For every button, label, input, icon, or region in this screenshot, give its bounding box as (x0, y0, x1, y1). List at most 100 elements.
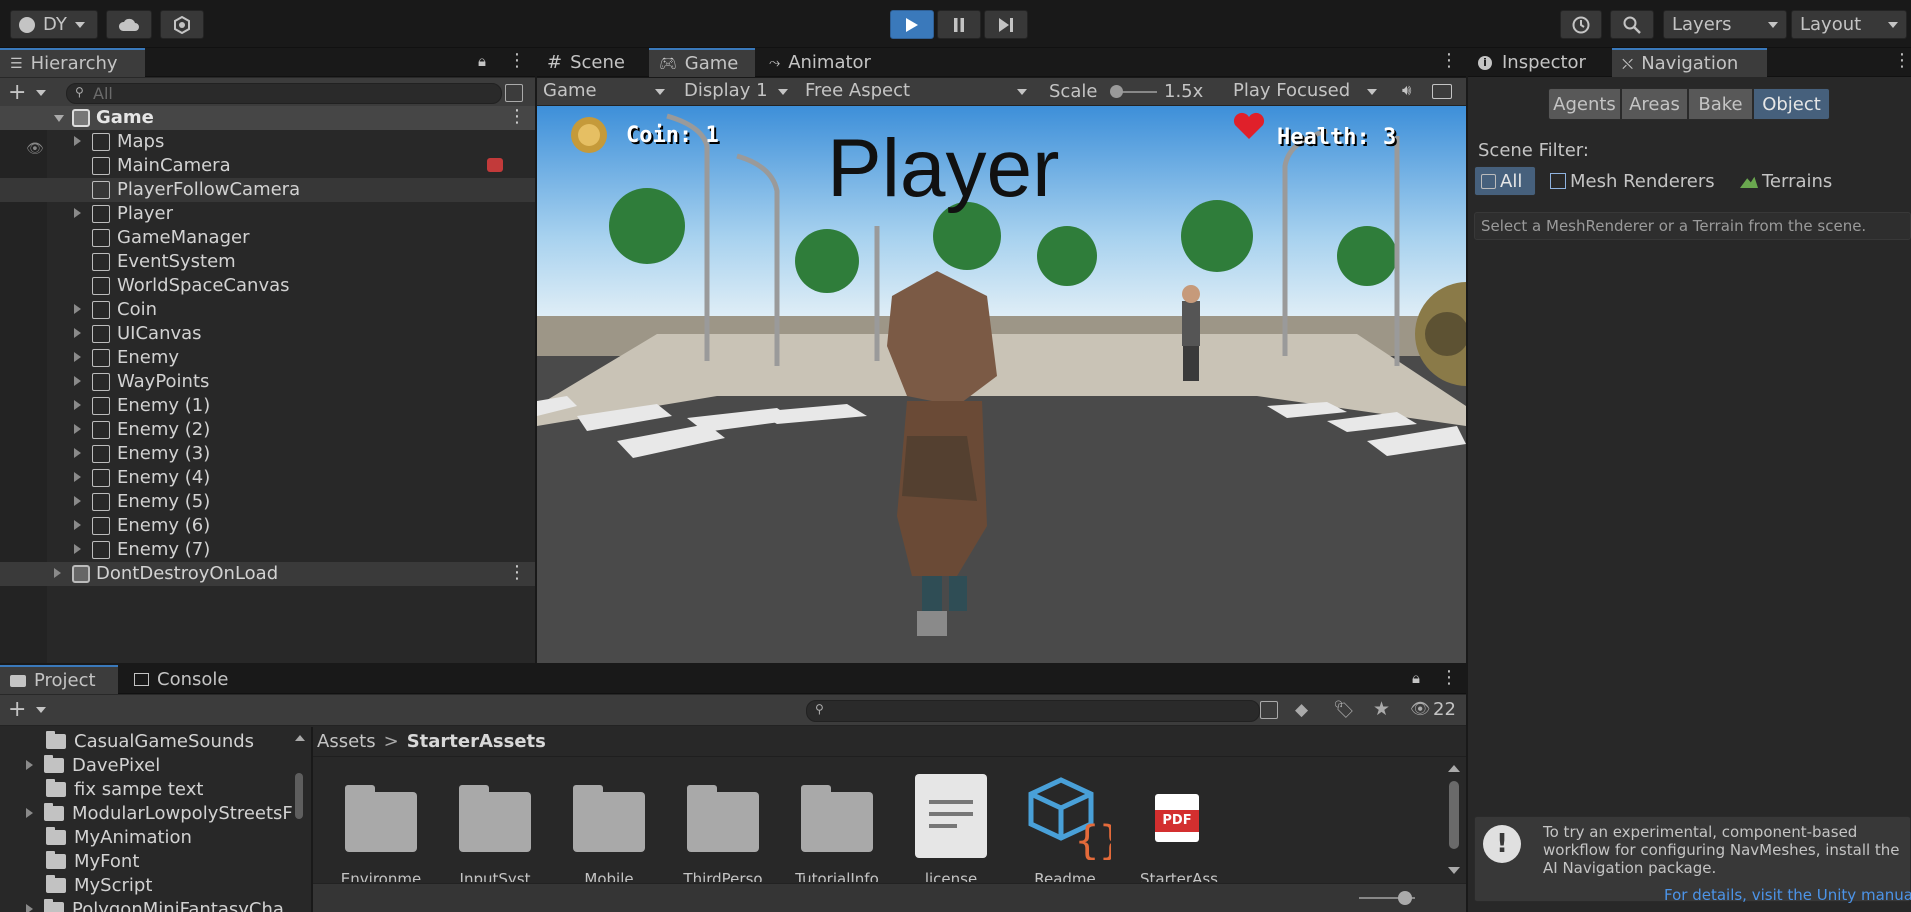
areas-button[interactable]: Areas (1621, 88, 1688, 120)
chevron-right-icon[interactable] (26, 808, 33, 818)
folder-tree-scrollbar[interactable] (294, 735, 305, 910)
display-dropdown[interactable]: Display 1 (678, 78, 796, 106)
tab-inspector[interactable]: i Inspector (1468, 48, 1608, 77)
favorite-icon[interactable]: ★ (1373, 698, 1390, 720)
asset-item[interactable]: PDF StarterAss (1129, 758, 1229, 882)
game-view-dropdown[interactable]: Game (537, 78, 673, 106)
more-menu-icon[interactable]: ⋮ (508, 106, 526, 127)
asset-item[interactable]: {} Readme (1015, 758, 1115, 882)
object-button[interactable]: Object (1753, 88, 1830, 120)
chevron-right-icon[interactable] (74, 520, 81, 530)
more-menu-icon[interactable]: ⋮ (508, 562, 526, 583)
collab-button[interactable] (160, 10, 204, 39)
breadcrumb-starterassets[interactable]: StarterAssets (407, 731, 546, 752)
project-folder-item[interactable]: PolygonMiniFantasyCha (26, 897, 284, 912)
hierarchy-item[interactable]: GameManager (0, 226, 535, 250)
project-folder-item[interactable]: CasualGameSounds (46, 729, 254, 753)
tab-game[interactable]: 🎮︎ Game (649, 48, 755, 77)
tab-hierarchy[interactable]: ☰ Hierarchy (0, 48, 145, 77)
hierarchy-item[interactable]: UICanvas (0, 322, 535, 346)
hierarchy-item[interactable]: Enemy (6) (0, 514, 535, 538)
chevron-right-icon[interactable] (74, 352, 81, 362)
hierarchy-item[interactable]: Enemy (4) (0, 466, 535, 490)
scale-slider-thumb[interactable] (1110, 85, 1123, 98)
hierarchy-item[interactable]: Enemy (3) (0, 442, 535, 466)
hierarchy-item[interactable]: WorldSpaceCanvas (0, 274, 535, 298)
asset-scrollbar[interactable] (1447, 765, 1461, 880)
hierarchy-item[interactable]: EventSystem (0, 250, 535, 274)
chevron-down-icon[interactable] (36, 90, 46, 96)
filter-mesh-renderers-button[interactable]: Mesh Renderers (1550, 166, 1720, 196)
chevron-right-icon[interactable] (54, 568, 61, 578)
project-folder-item[interactable]: MyFont (46, 849, 139, 873)
scroll-thumb[interactable] (1449, 781, 1459, 849)
hierarchy-item[interactable]: Maps (0, 130, 535, 154)
asset-item[interactable]: InputSyst (445, 758, 545, 882)
project-search-input[interactable]: ⚲ (806, 700, 1260, 722)
game-viewport[interactable]: Coin: 1 Health: 3 Player (537, 106, 1466, 663)
tab-animator[interactable]: ⤳ Animator (759, 48, 889, 77)
chevron-right-icon[interactable] (74, 304, 81, 314)
chevron-right-icon[interactable] (74, 472, 81, 482)
tab-console[interactable]: Console (124, 665, 242, 694)
hierarchy-item[interactable]: Enemy (1) (0, 394, 535, 418)
project-folder-item[interactable]: MyScript (46, 873, 152, 897)
hierarchy-item[interactable]: Player (0, 202, 535, 226)
label-icon[interactable]: 🏷︎ (1333, 700, 1355, 720)
asset-item[interactable]: ThirdPerso (673, 758, 773, 882)
chevron-right-icon[interactable] (74, 328, 81, 338)
more-menu-icon[interactable]: ⋮ (1440, 667, 1458, 688)
chevron-right-icon[interactable] (74, 208, 81, 218)
manual-link[interactable]: For details, visit the Unity manual (1664, 886, 1911, 904)
scene-search-icon[interactable] (505, 84, 523, 102)
asset-item[interactable]: Mobile (559, 758, 659, 882)
breadcrumb-assets[interactable]: Assets (317, 731, 376, 752)
search-button[interactable] (1610, 10, 1654, 39)
history-button[interactable] (1560, 10, 1602, 39)
asset-item[interactable]: TutorialInfo (787, 758, 887, 882)
chevron-right-icon[interactable] (74, 424, 81, 434)
hierarchy-item[interactable]: MainCamera (0, 154, 535, 178)
chevron-down-icon[interactable] (36, 707, 46, 713)
play-focused-dropdown[interactable]: Play Focused (1227, 78, 1385, 106)
more-menu-icon[interactable]: ⋮ (1893, 50, 1911, 71)
lock-icon[interactable]: 🔒︎ (478, 52, 486, 70)
aspect-dropdown[interactable]: Free Aspect (799, 78, 1035, 106)
chevron-right-icon[interactable] (74, 448, 81, 458)
add-icon[interactable]: + (8, 697, 26, 722)
filter-all-button[interactable]: All (1474, 166, 1536, 196)
agents-button[interactable]: Agents (1548, 88, 1621, 120)
scene-row[interactable]: Game ⋮ (0, 106, 535, 130)
hierarchy-item[interactable]: Coin (0, 298, 535, 322)
chevron-right-icon[interactable] (74, 496, 81, 506)
dont-destroy-row[interactable]: DontDestroyOnLoad ⋮ (0, 562, 535, 586)
step-button[interactable] (984, 10, 1028, 39)
tab-navigation[interactable]: ⛌ Navigation (1612, 48, 1767, 77)
tab-scene[interactable]: # Scene (537, 48, 647, 77)
bake-button[interactable]: Bake (1688, 88, 1753, 120)
hidden-packages-icon[interactable]: 👁︎ (1410, 699, 1430, 718)
more-menu-icon[interactable]: ⋮ (1440, 50, 1458, 71)
project-folder-item[interactable]: MyAnimation (46, 825, 192, 849)
chevron-right-icon[interactable] (74, 544, 81, 554)
hierarchy-item[interactable]: Enemy (2) (0, 418, 535, 442)
search-by-type-icon[interactable] (1260, 701, 1278, 719)
chevron-right-icon[interactable] (26, 904, 33, 912)
icon-size-thumb[interactable] (1398, 891, 1412, 905)
layout-dropdown[interactable]: Layout (1791, 10, 1907, 39)
filter-terrains-button[interactable]: Terrains (1740, 166, 1870, 196)
account-dropdown[interactable]: DY (10, 10, 98, 39)
add-icon[interactable]: + (8, 80, 26, 105)
hierarchy-item[interactable]: Enemy (5) (0, 490, 535, 514)
hierarchy-item[interactable]: Enemy (7) (0, 538, 535, 562)
chevron-right-icon[interactable] (74, 400, 81, 410)
hierarchy-item[interactable]: Enemy (0, 346, 535, 370)
hierarchy-item[interactable]: WayPoints (0, 370, 535, 394)
audio-icon[interactable]: 🔊︎ (1402, 81, 1411, 99)
project-folder-item[interactable]: ModularLowpolyStreetsF (26, 801, 293, 825)
chevron-right-icon[interactable] (26, 760, 33, 770)
more-menu-icon[interactable]: ⋮ (508, 50, 526, 71)
chevron-right-icon[interactable] (74, 136, 81, 146)
tab-project[interactable]: Project (0, 665, 118, 694)
project-folder-item[interactable]: DavePixel (26, 753, 160, 777)
